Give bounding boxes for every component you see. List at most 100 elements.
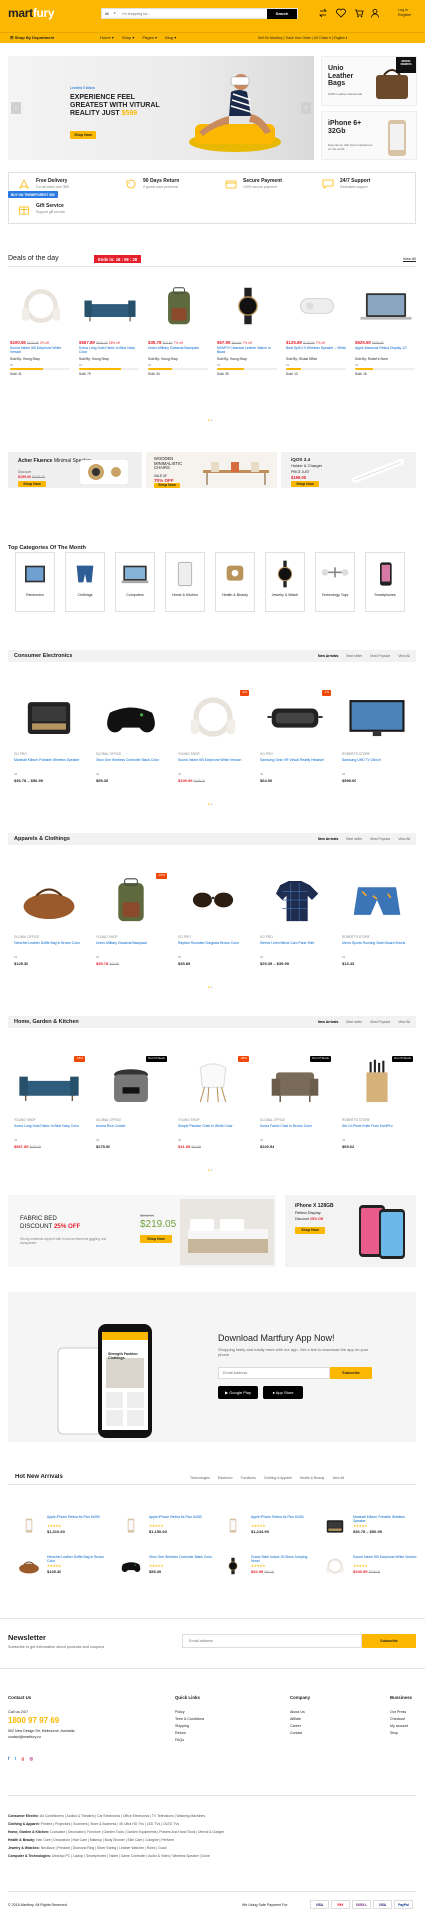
product-image[interactable]	[219, 1515, 247, 1539]
slider-prev-button[interactable]: ‹	[11, 102, 21, 114]
footer-tag-values[interactable]: Air Conditioners | Audios & Theaters | C…	[40, 1814, 205, 1818]
product-image[interactable]	[10, 282, 72, 334]
category-tile[interactable]: Clothings	[65, 552, 105, 612]
product-card[interactable]: GO PRO Sleeve Linen Blend Caro Pane Shirt…	[256, 873, 334, 993]
nav-blog[interactable]: Blog	[165, 35, 173, 40]
hot-tab[interactable]: View All	[332, 1476, 344, 1480]
product-card[interactable]: Out Of Stock ROBERT'S STORE Set 14-Piece K…	[338, 1056, 416, 1176]
currency-select[interactable]: US Dollar	[314, 36, 329, 40]
product-image[interactable]	[15, 1515, 43, 1539]
product-name-link[interactable]: Beat Spill 2.0 Wireless Speaker – White	[286, 346, 348, 350]
hot-product-item[interactable]: Sound Intone I65 Earphone White Version ★…	[321, 1555, 419, 1591]
nav-pages[interactable]: Pages	[142, 35, 153, 40]
product-card[interactable]: -16% YOUNG SHOP Unero Military Classical B…	[92, 873, 170, 993]
nav-shop[interactable]: Shop	[122, 35, 131, 40]
footer-link[interactable]: FAQs	[175, 1738, 184, 1742]
category-tile[interactable]: Smartphones	[365, 552, 405, 612]
hero-shop-button[interactable]: Shop Now	[70, 131, 96, 139]
footer-link[interactable]: Shipping	[175, 1724, 189, 1728]
product-image[interactable]	[95, 690, 167, 746]
language-select[interactable]: English	[334, 36, 345, 40]
hero-side-banner-1[interactable]: Unio Leather Bags 100% Leather Handmade …	[321, 56, 417, 106]
footer-link[interactable]: Term & Conditions	[175, 1717, 204, 1721]
track-link[interactable]: Track Your Order	[285, 36, 311, 40]
app-subscribe-button[interactable]: Subscribe	[330, 1367, 372, 1379]
product-name-link[interactable]: Unero Military Classical Backpack	[96, 941, 164, 945]
product-image[interactable]	[79, 282, 141, 334]
product-name-link[interactable]: Rayban Rounded Sunglass Brown Color	[178, 941, 246, 945]
newsletter-email-input[interactable]	[182, 1634, 362, 1648]
product-name-link[interactable]: Apple iPhone Retina 6s Plus 64GB	[47, 1515, 111, 1519]
buy-on-themeforest-badge[interactable]: BUY ON THEMEFOREST $59	[8, 191, 58, 198]
product-image[interactable]	[177, 1056, 249, 1112]
product-name-link[interactable]: Korea Long Sofa Fabric In Blue Navy Colo…	[79, 346, 141, 354]
product-name-link[interactable]: Marshall Kilburn Portable Wireless Speak…	[353, 1515, 417, 1523]
footer-link[interactable]: Shop	[390, 1731, 398, 1735]
category-tile[interactable]: Technology Toys	[315, 552, 355, 612]
heart-icon[interactable]	[336, 8, 346, 18]
product-image[interactable]	[117, 1515, 145, 1539]
footer-link[interactable]: Contact	[290, 1731, 302, 1735]
product-name-link[interactable]: Herschel Leather Duffle Bag In Brown Col…	[47, 1555, 111, 1563]
promo-shop-button[interactable]: Shop Now	[295, 1227, 325, 1234]
footer-link[interactable]: Our Press	[390, 1710, 406, 1714]
product-card[interactable]: -36% YOUNG SHOP Simple Plastice Chair In W…	[174, 1056, 252, 1176]
product-name-link[interactable]: Set 14-Piece Knife From KichiPro	[342, 1124, 410, 1128]
product-image[interactable]	[219, 1555, 247, 1579]
product-image[interactable]	[217, 282, 279, 334]
product-name-link[interactable]: Samsung UHD TV 24inch	[342, 758, 410, 762]
hot-product-item[interactable]: Grand Slam Indoor Of Show Jumping Novel ★…	[219, 1555, 317, 1591]
footer-link[interactable]: Checkout	[390, 1717, 405, 1721]
promo-iphone-x[interactable]: iPhone X 128GB Retina Display Discount 2…	[285, 1195, 416, 1267]
deal-product-card[interactable]: $567.89 $670.20 18% off Korea Long Sofa F…	[77, 282, 143, 410]
product-image[interactable]	[259, 873, 331, 929]
product-name-link[interactable]: Sound Intone I65 Earphone White Version	[178, 758, 246, 762]
footer-link[interactable]: Return	[175, 1731, 186, 1735]
promo-shop-button[interactable]: Shop Now	[140, 1235, 172, 1243]
product-image[interactable]	[177, 873, 249, 929]
product-name-link[interactable]: Korea Fabric Chair In Brown Color	[260, 1124, 328, 1128]
hot-tab[interactable]: Health & Beauty	[300, 1476, 325, 1480]
search-input[interactable]	[122, 10, 262, 18]
product-name-link[interactable]: Xbox One Wireless Controller Black Color	[96, 758, 164, 762]
logo[interactable]: martfury	[8, 6, 55, 21]
product-card[interactable]: -18% YOUNG SHOP Korea Long Sofa Fabric In …	[10, 1056, 88, 1176]
product-image[interactable]	[95, 873, 167, 929]
tab-view-all[interactable]: View All	[398, 1020, 410, 1024]
product-image[interactable]	[259, 690, 331, 746]
user-icon[interactable]	[370, 8, 380, 18]
promo-speaker[interactable]: Acher Fluence Minimal Speaker Discount $…	[8, 452, 142, 488]
footer-tag-values[interactable]: Necklace | Pendant | Diamond Ring | Sliv…	[41, 1846, 167, 1850]
department-menu[interactable]: ☰ Shop By Department	[10, 35, 54, 40]
product-name-link[interactable]: Apple iPhone Retina 6s Plus 64GB	[251, 1515, 315, 1519]
carousel-dots[interactable]: ••	[208, 418, 214, 424]
search-category-select[interactable]: All	[105, 12, 109, 16]
product-image[interactable]	[15, 1555, 43, 1579]
footer-link[interactable]: Policy	[175, 1710, 185, 1714]
product-name-link[interactable]: Apple iPhone Retina 6s Plus 64GB	[149, 1515, 213, 1519]
promo-chairs[interactable]: WOODEN MINIMALISTIC CHAIRS SALE UP 70% O…	[146, 452, 277, 488]
product-card[interactable]: GLOBAL OFFICE Herschel Leather Duffle Bag…	[10, 873, 88, 993]
product-image[interactable]	[177, 690, 249, 746]
tab-most-popular[interactable]: Most Popular	[370, 837, 390, 841]
promo-shop-button[interactable]: Shop Now	[154, 483, 180, 488]
product-image[interactable]	[117, 1555, 145, 1579]
tab-most-popular[interactable]: Most Popular	[370, 1020, 390, 1024]
more-demos-ribbon[interactable]: MORE DEMOS	[396, 57, 416, 73]
hot-tab[interactable]: Clothing & Apparel	[264, 1476, 292, 1480]
product-name-link[interactable]: Aroma Rice Cooker	[96, 1124, 164, 1128]
product-card[interactable]: -5% YOUNG SHOP Sound Intone I65 Earphone W…	[174, 690, 252, 810]
category-tile[interactable]: Computers	[115, 552, 155, 612]
newsletter-subscribe-button[interactable]: Subscribe	[362, 1634, 416, 1648]
product-image[interactable]	[286, 282, 348, 334]
instagram-icon[interactable]: ◎	[29, 1756, 33, 1761]
hot-tab[interactable]: Technologies	[190, 1476, 210, 1480]
footer-link[interactable]: About Us	[290, 1710, 305, 1714]
footer-link[interactable]: Career	[290, 1724, 301, 1728]
app-store-button[interactable]: ● App Store	[263, 1386, 303, 1399]
hot-product-item[interactable]: Marshall Kilburn Portable Wireless Speak…	[321, 1515, 419, 1551]
footer-tag-values[interactable]: Desktop PC | Laptop | Smartphones | Tabl…	[52, 1854, 210, 1858]
category-tile[interactable]: Health & Beauty	[215, 552, 255, 612]
product-card[interactable]: ROBERT'S STORE Samsung UHD TV 24inch ★★★★☆…	[338, 690, 416, 810]
product-card[interactable]: Out Of Stock GLOBAL OFFICE Aroma Rice Cook…	[92, 1056, 170, 1176]
